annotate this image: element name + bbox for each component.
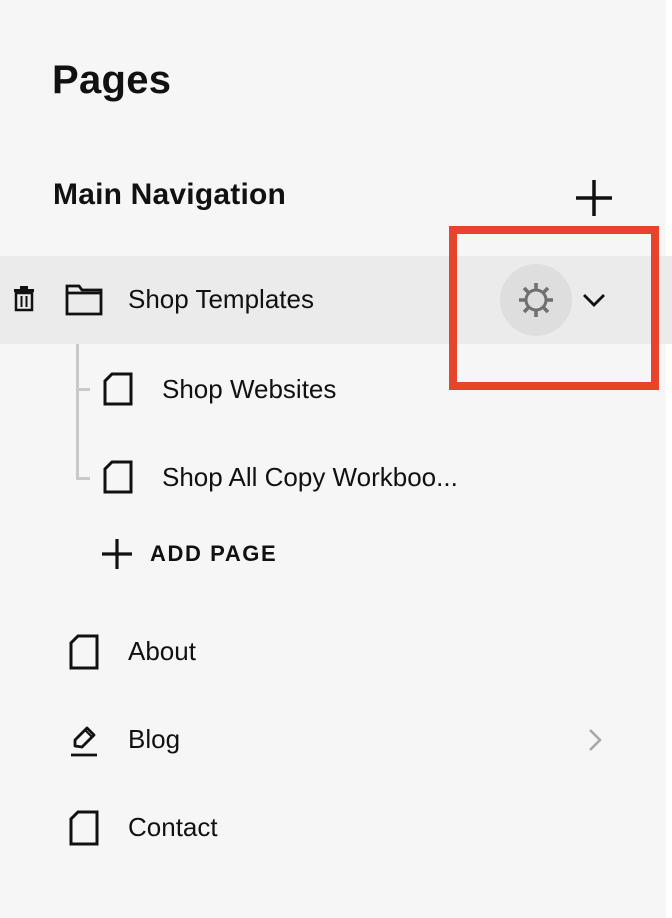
page-icon [103,372,133,406]
nav-item-shop-all-copy-workbook[interactable]: Shop All Copy Workboo... [0,446,672,506]
add-page-label: ADD PAGE [150,541,278,566]
nav-item-contact[interactable]: Contact [0,798,672,858]
chevron-right-icon[interactable] [584,726,606,754]
blog-icon [71,726,97,757]
add-page-button[interactable]: ADD PAGE [100,534,277,574]
plus-icon [576,180,612,216]
section-title-main-navigation: Main Navigation [53,178,287,211]
folder-icon [65,284,103,316]
nav-item-label: Shop Websites [162,374,337,404]
add-navigation-item-button[interactable] [572,176,616,220]
chevron-down-icon[interactable] [580,286,608,314]
page-icon [69,810,99,846]
nav-item-label: Contact [128,812,218,842]
page-icon [69,634,99,670]
page-title: Pages [52,58,172,102]
nav-item-shop-templates[interactable]: Shop Templates [0,256,672,344]
nav-item-shop-websites[interactable]: Shop Websites [0,358,672,418]
plus-icon [102,539,132,569]
nav-item-label: Shop Templates [128,284,314,314]
trash-icon[interactable] [12,286,36,312]
nav-item-label: Shop All Copy Workboo... [162,462,458,492]
nav-item-label: About [128,636,196,666]
nav-item-blog[interactable]: Blog [0,710,672,770]
page-icon [103,460,133,494]
nav-item-about[interactable]: About [0,622,672,682]
nav-item-label: Blog [128,724,181,754]
page-settings-button[interactable] [500,264,572,336]
gear-icon [519,283,553,317]
